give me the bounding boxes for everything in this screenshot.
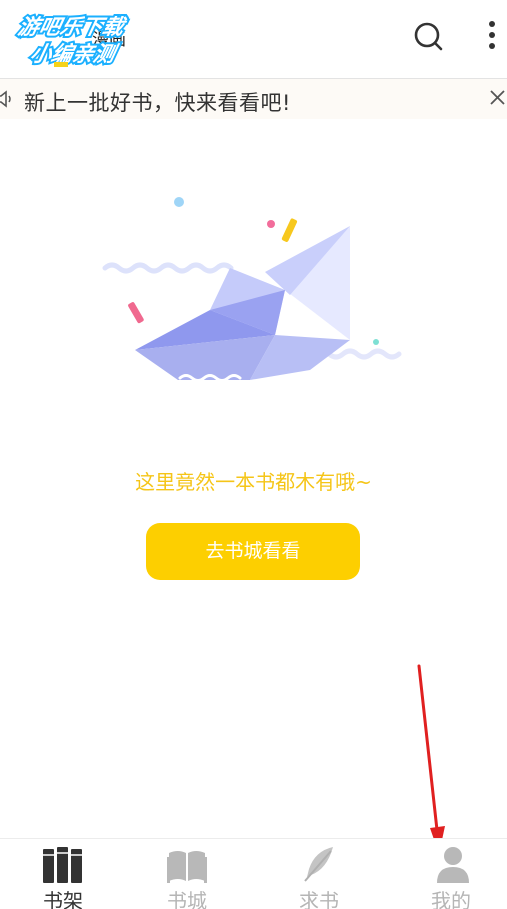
open-book-icon <box>167 851 207 883</box>
bottom-tab-bar: 书架 书城 求书 我的 <box>0 838 507 909</box>
feather-icon <box>304 847 333 882</box>
search-icon[interactable] <box>412 20 446 54</box>
notice-text: 新上一批好书，快来看看吧! <box>24 91 291 115</box>
tab-profile[interactable]: 我的 <box>388 839 507 909</box>
tab-bookshelf[interactable]: 书架 <box>0 839 126 909</box>
svg-text:游吧乐下载: 游吧乐下载 <box>16 15 129 40</box>
paper-boat-illustration <box>102 197 402 382</box>
tab-label-profile: 我的 <box>431 889 471 909</box>
top-app-bar: 漫画 游吧乐下载 小编亲测 <box>0 0 507 79</box>
tab-label-bookshelf: 书架 <box>43 889 83 909</box>
empty-shelf-message: 这里竟然一本书都木有哦~ <box>135 470 372 494</box>
tab-request-book[interactable]: 求书 <box>256 839 382 909</box>
tab-label-request-book: 求书 <box>299 889 339 909</box>
watermark-logo: 游吧乐下载 小编亲测 <box>14 13 131 69</box>
speaker-icon <box>0 90 11 108</box>
tab-bookstore[interactable]: 书城 <box>124 839 250 909</box>
user-icon <box>437 847 469 883</box>
go-to-bookstore-button[interactable]: 去书城看看 <box>146 523 360 580</box>
app-screen: 漫画 游吧乐下载 小编亲测 新上一批好书，快来看看吧! 这里竟然一本书都木有哦~… <box>0 0 507 909</box>
more-options-icon[interactable] <box>482 18 502 54</box>
close-icon[interactable] <box>488 88 507 108</box>
bookshelf-icon <box>43 847 82 883</box>
notice-bar: 新上一批好书，快来看看吧! <box>0 79 507 119</box>
annotation-arrow <box>417 664 445 854</box>
svg-text:小编亲测: 小编亲测 <box>28 42 121 67</box>
tab-label-bookstore: 书城 <box>167 889 207 909</box>
